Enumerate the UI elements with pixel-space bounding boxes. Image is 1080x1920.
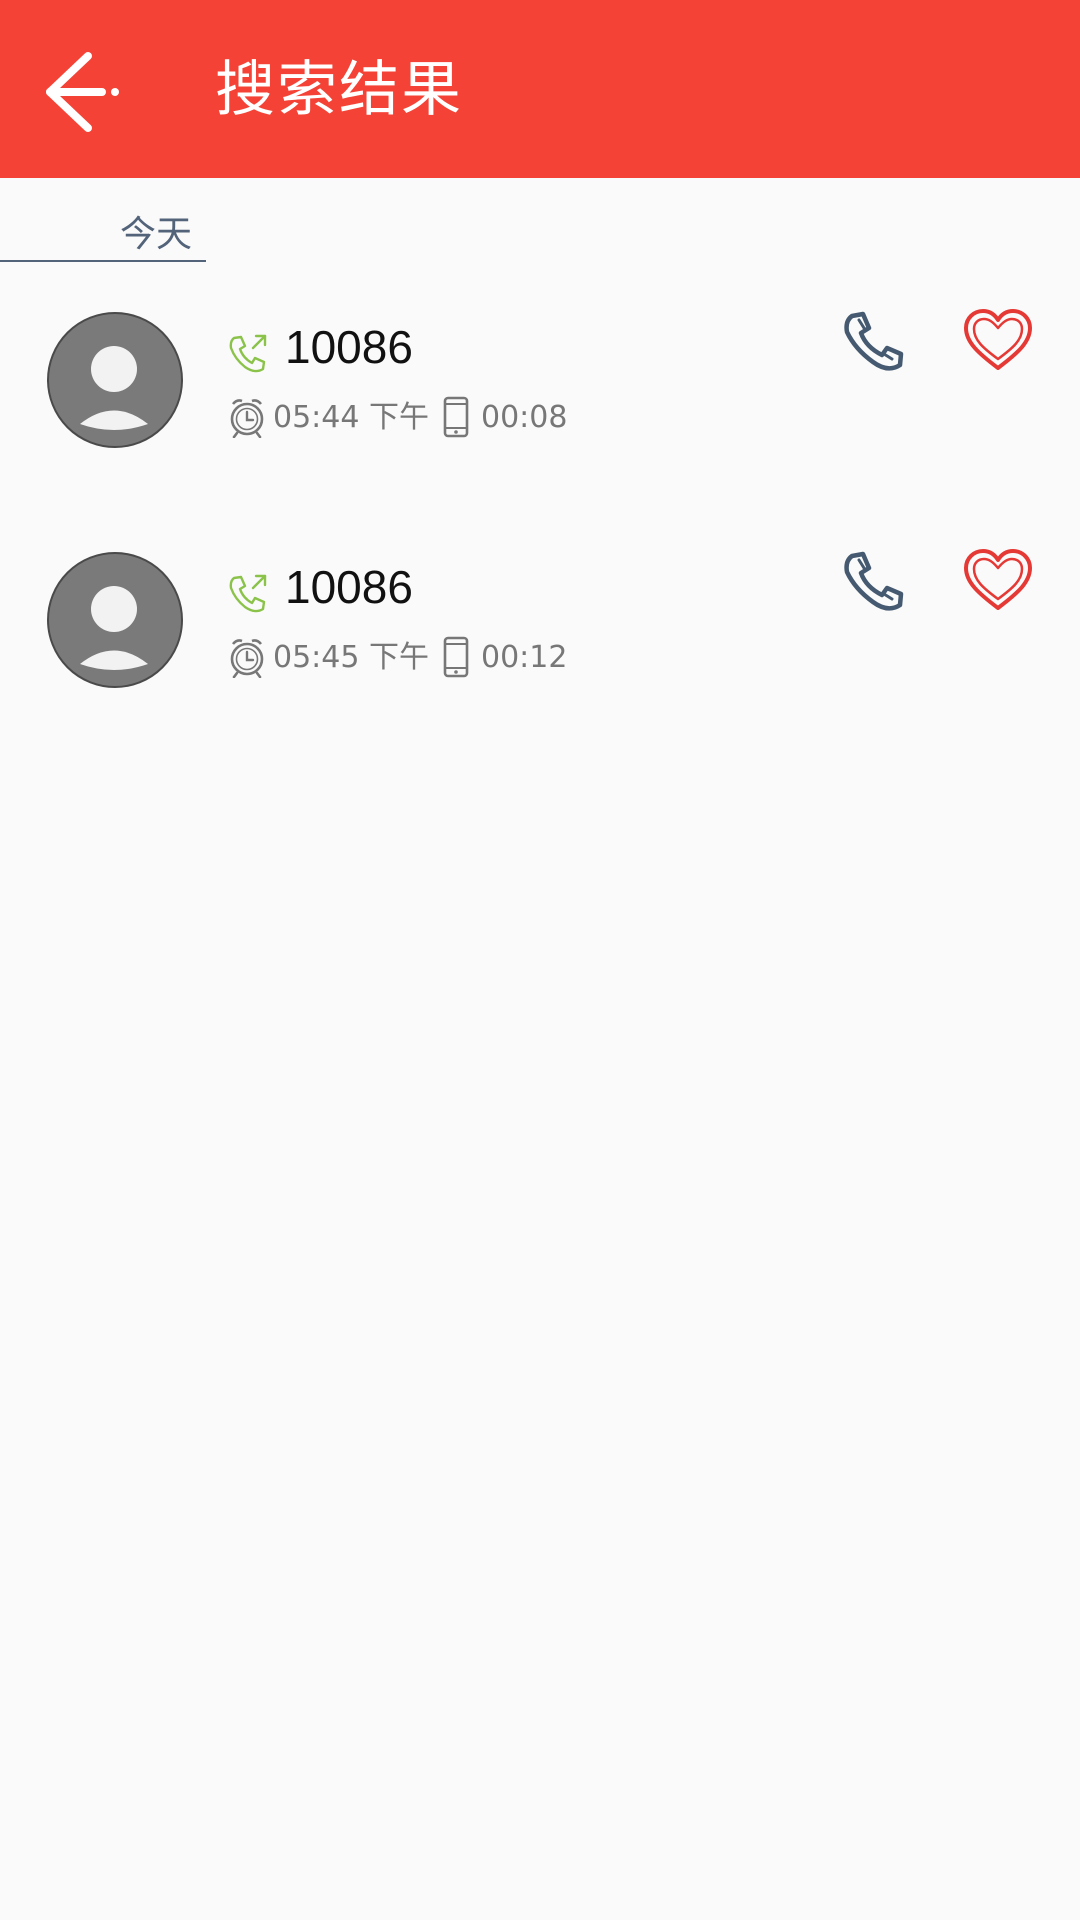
mobile-phone-icon bbox=[443, 396, 469, 438]
call-log-item[interactable]: 10086 05:44 下午 00:08 bbox=[0, 309, 1080, 512]
call-time: 05:44 下午 bbox=[273, 400, 429, 435]
section-label: 今天 bbox=[119, 214, 192, 255]
call-log-item[interactable]: 10086 05:45 下午 00:12 bbox=[0, 549, 1080, 752]
back-button[interactable] bbox=[36, 46, 126, 136]
avatar bbox=[47, 312, 183, 448]
call-duration: 00:12 bbox=[481, 640, 568, 675]
phone-icon bbox=[844, 551, 904, 611]
caller-number: 10086 bbox=[285, 561, 413, 613]
outgoing-call-icon bbox=[229, 334, 267, 373]
favorite-button[interactable] bbox=[962, 308, 1034, 374]
outgoing-call-icon bbox=[229, 574, 267, 613]
app-bar: 搜索结果 bbox=[0, 0, 1080, 178]
call-button[interactable] bbox=[838, 308, 908, 380]
call-button[interactable] bbox=[838, 548, 908, 620]
alarm-clock-icon bbox=[230, 639, 264, 678]
mobile-phone-icon bbox=[443, 636, 469, 678]
caller-number: 10086 bbox=[285, 321, 413, 373]
arrow-back-icon bbox=[46, 52, 119, 132]
heart-icon bbox=[964, 309, 1032, 370]
avatar bbox=[47, 552, 183, 688]
alarm-clock-icon bbox=[230, 399, 264, 438]
call-duration: 00:08 bbox=[481, 400, 568, 435]
page-title: 搜索结果 bbox=[215, 55, 463, 125]
section-header-today: 今天 bbox=[0, 210, 206, 262]
heart-icon bbox=[964, 549, 1032, 610]
phone-icon bbox=[844, 311, 904, 371]
call-time: 05:45 下午 bbox=[273, 640, 429, 675]
favorite-button[interactable] bbox=[962, 548, 1034, 614]
